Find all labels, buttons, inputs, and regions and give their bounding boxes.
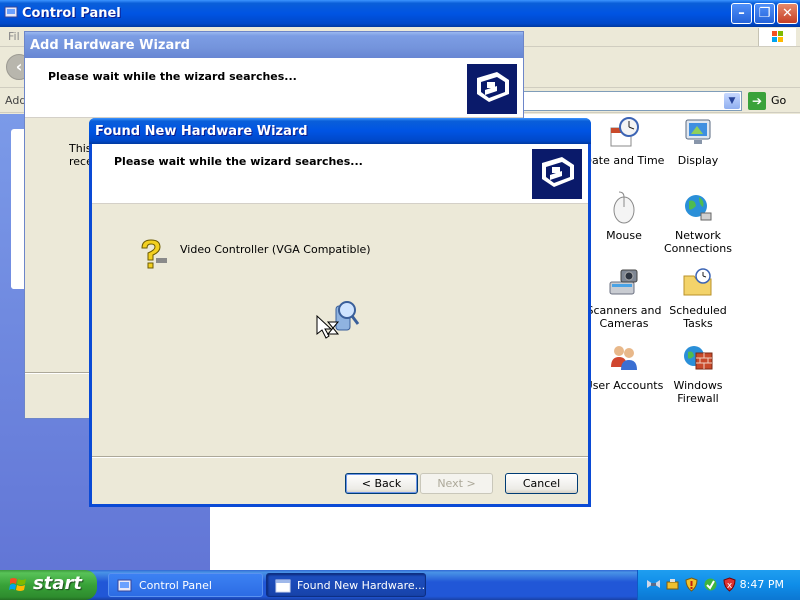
folder-clock-icon bbox=[683, 268, 712, 296]
icon-label: Date and Time bbox=[583, 154, 665, 167]
dialog-title: Add Hardware Wizard bbox=[30, 38, 190, 53]
icon-label: Scheduled Tasks bbox=[669, 304, 727, 330]
icon-date-and-time[interactable]: Date and Time bbox=[583, 116, 665, 167]
wizard-heading: Please wait while the wizard searches... bbox=[114, 155, 363, 168]
icon-windows-firewall[interactable]: Windows Firewall bbox=[657, 341, 739, 405]
go-button[interactable]: ➔ Go bbox=[748, 92, 796, 110]
hardware-tray-icon[interactable] bbox=[665, 577, 680, 592]
icon-user-accounts[interactable]: User Accounts bbox=[583, 341, 665, 392]
icon-display[interactable]: Display bbox=[657, 116, 739, 167]
start-button[interactable]: start bbox=[0, 570, 97, 600]
taskbar-button-control-panel[interactable]: Control Panel bbox=[108, 573, 263, 597]
update-tray-icon[interactable] bbox=[703, 577, 718, 592]
svg-text:x: x bbox=[727, 581, 733, 591]
maximize-button[interactable]: ❐ bbox=[754, 3, 775, 24]
menu-file[interactable]: Fil bbox=[8, 30, 20, 43]
clock[interactable]: 8:47 PM bbox=[740, 578, 784, 591]
icon-label: Network Connections bbox=[664, 229, 732, 255]
go-label: Go bbox=[771, 94, 787, 107]
clock-calendar-icon bbox=[610, 117, 639, 147]
next-button[interactable]: Next > bbox=[420, 473, 493, 494]
go-arrow-icon: ➔ bbox=[748, 92, 766, 110]
taskbar-button-found-new-hardware[interactable]: Found New Hardware... bbox=[266, 573, 426, 597]
mouse-icon bbox=[613, 191, 635, 224]
scanner-camera-icon bbox=[609, 269, 638, 295]
dialog-title: Found New Hardware Wizard bbox=[95, 124, 308, 139]
window-icon bbox=[275, 579, 291, 593]
separator bbox=[92, 456, 588, 458]
icon-scheduled-tasks[interactable]: Scheduled Tasks bbox=[657, 266, 739, 330]
users-icon bbox=[611, 346, 637, 370]
system-tray: x 8:47 PM bbox=[637, 570, 800, 600]
hardware-wizard-icon bbox=[532, 149, 582, 199]
control-panel-icon bbox=[4, 6, 18, 18]
start-label: start bbox=[33, 573, 82, 594]
unknown-device-question-icon bbox=[141, 239, 167, 269]
shield-alert-icon[interactable]: x bbox=[722, 577, 737, 592]
search-progress-icon bbox=[316, 301, 360, 339]
windows-logo-icon bbox=[758, 28, 796, 46]
hardware-wizard-icon bbox=[467, 64, 517, 114]
close-button[interactable]: ✕ bbox=[777, 3, 798, 24]
icon-network-connections[interactable]: Network Connections bbox=[657, 191, 739, 255]
icon-label: Windows Firewall bbox=[673, 379, 723, 405]
chevron-down-icon[interactable]: ▼ bbox=[724, 93, 740, 109]
found-new-hardware-titlebar[interactable]: Found New Hardware Wizard bbox=[89, 118, 591, 144]
icon-label: User Accounts bbox=[584, 379, 664, 392]
window-title: Control Panel bbox=[22, 6, 121, 21]
taskbar-button-label: Found New Hardware... bbox=[297, 579, 426, 592]
wizard-heading: Please wait while the wizard searches... bbox=[48, 70, 297, 83]
taskbar: start Control Panel Found New Hardware..… bbox=[0, 570, 800, 600]
firewall-brick-icon bbox=[684, 346, 713, 370]
icon-label: Scanners and Cameras bbox=[586, 304, 662, 330]
device-name: Video Controller (VGA Compatible) bbox=[180, 243, 371, 256]
security-shield-icon[interactable] bbox=[684, 577, 699, 592]
icon-scanners-and-cameras[interactable]: Scanners and Cameras bbox=[583, 266, 665, 330]
address-input[interactable]: ▼ bbox=[500, 91, 742, 111]
taskbar-button-label: Control Panel bbox=[139, 579, 212, 592]
found-new-hardware-wizard-dialog: Found New Hardware Wizard Please wait wh… bbox=[89, 118, 591, 507]
control-panel-titlebar[interactable]: Control Panel – ❐ ✕ bbox=[0, 0, 800, 27]
icon-label: Display bbox=[677, 154, 719, 167]
monitor-icon bbox=[685, 119, 711, 144]
control-panel-icon bbox=[117, 579, 132, 592]
icon-mouse[interactable]: Mouse bbox=[583, 191, 665, 242]
back-button[interactable]: < Back bbox=[345, 473, 418, 494]
minimize-button[interactable]: – bbox=[731, 3, 752, 24]
wizard-header: Please wait while the wizard searches... bbox=[25, 58, 523, 118]
globe-network-icon bbox=[685, 195, 712, 221]
icon-label: Mouse bbox=[606, 229, 642, 242]
cancel-button[interactable]: Cancel bbox=[505, 473, 578, 494]
windows-flag-icon bbox=[9, 578, 26, 591]
add-hardware-wizard-titlebar[interactable]: Add Hardware Wizard bbox=[25, 32, 523, 58]
wizard-header: Please wait while the wizard searches... bbox=[92, 144, 588, 204]
network-tray-icon[interactable] bbox=[646, 577, 661, 592]
